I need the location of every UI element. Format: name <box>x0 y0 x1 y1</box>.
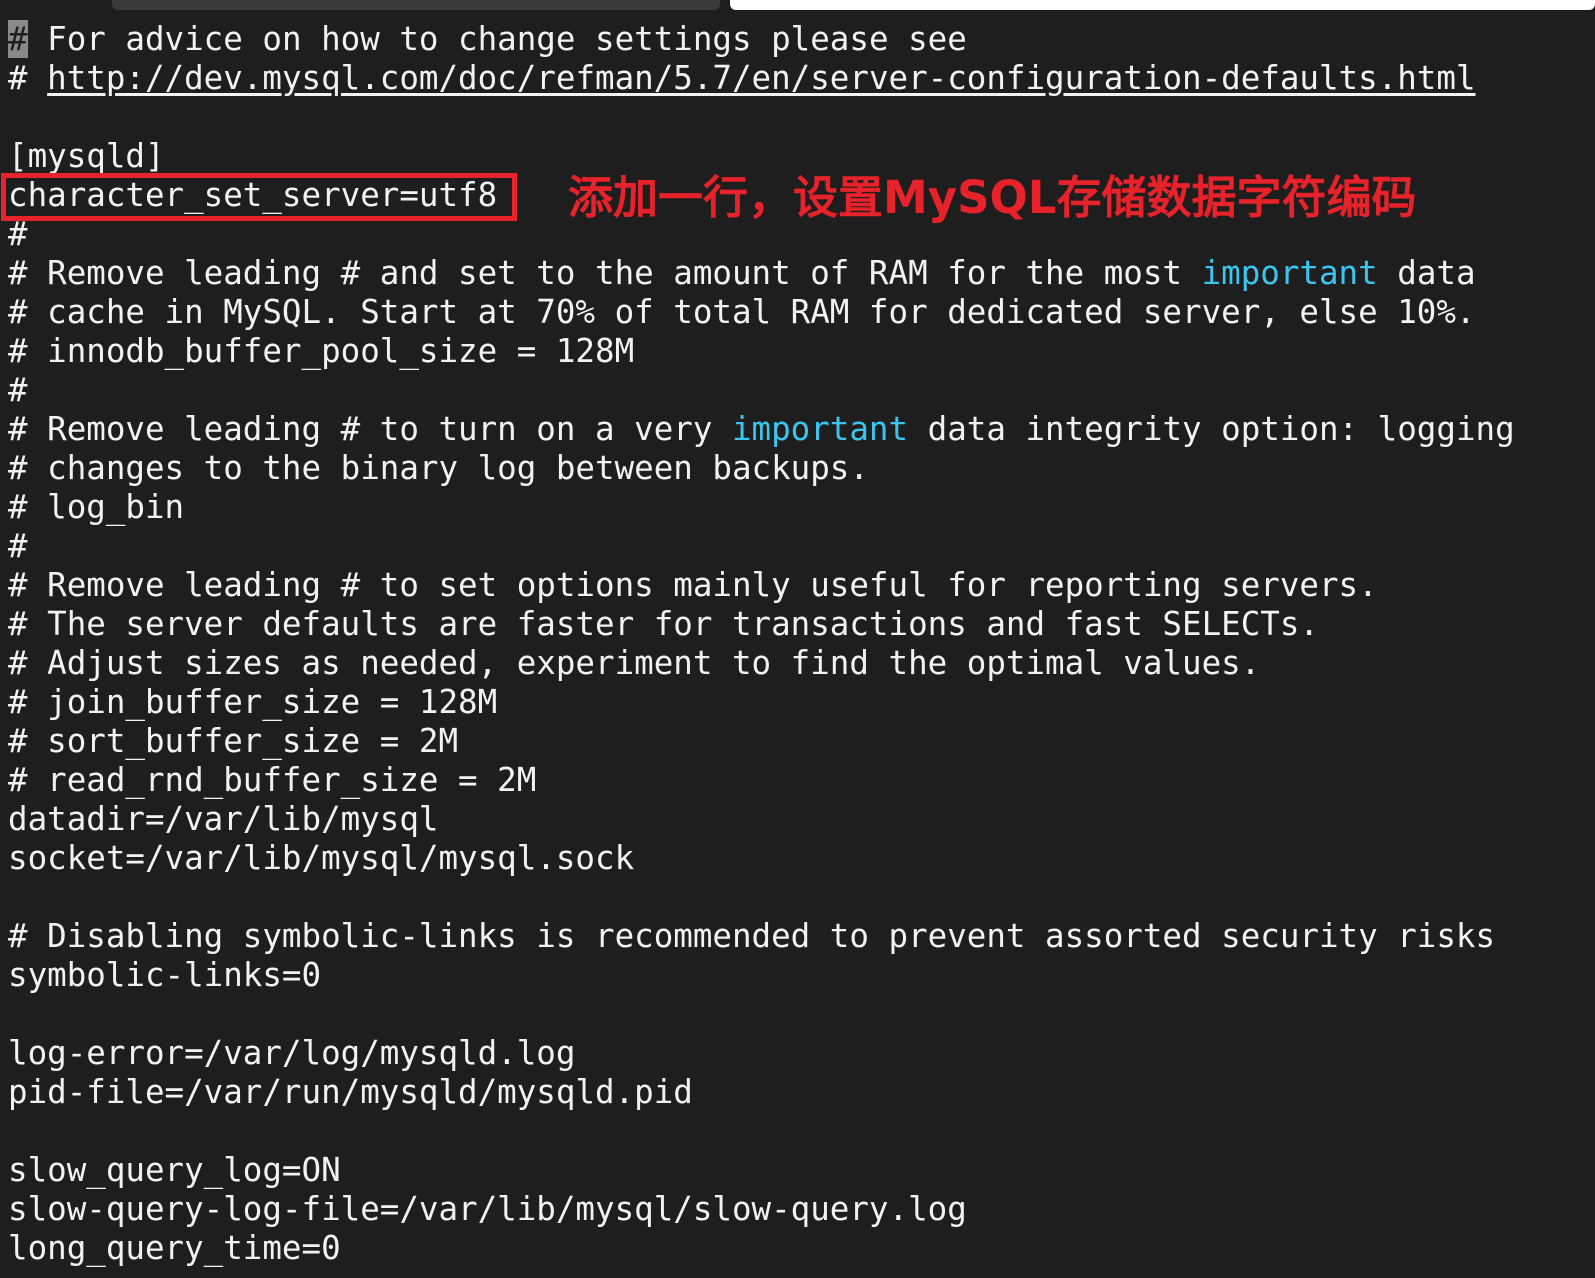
line-text: # log_bin <box>8 488 185 526</box>
line-text: # join_buffer_size = 128M <box>8 683 498 721</box>
line-text: socket=/var/lib/mysql/mysql.sock <box>8 839 635 877</box>
code-line: # <box>8 371 1588 410</box>
annotation-label: 添加一行，设置MySQL存储数据字符编码 <box>568 171 1417 224</box>
code-line: slow_query_log=ON <box>8 1151 1588 1190</box>
line-text: # Disabling symbolic-links is recommende… <box>8 917 1496 955</box>
terminal-tab-left[interactable] <box>112 0 720 10</box>
line-text: For advice on how to change settings ple… <box>27 20 967 58</box>
code-line: # <box>8 527 1588 566</box>
keyword-highlight: important <box>731 410 909 448</box>
line-text: data integrity option: logging <box>908 410 1515 448</box>
line-text: # Remove leading # to set options mainly… <box>8 566 1378 604</box>
keyword-highlight: important <box>1201 254 1378 292</box>
code-line: # Disabling symbolic-links is recommende… <box>8 917 1588 956</box>
terminal-tab-right[interactable] <box>730 0 1595 10</box>
line-text: # Remove leading # to turn on a very <box>8 410 732 448</box>
window-top-bar <box>0 0 1595 10</box>
line-text: # <box>8 59 48 97</box>
line-text: data <box>1377 254 1476 292</box>
code-line: # innodb_buffer_pool_size = 128M <box>8 332 1588 371</box>
code-line: symbolic-links=0 <box>8 956 1588 995</box>
line-text: # sort_buffer_size = 2M <box>8 722 459 760</box>
code-line: # Adjust sizes as needed, experiment to … <box>8 644 1588 683</box>
code-line: # changes to the binary log between back… <box>8 449 1588 488</box>
line-text: # Remove leading # and set to the amount… <box>8 254 1202 292</box>
code-line: # The server defaults are faster for tra… <box>8 605 1588 644</box>
code-line: # Remove leading # to set options mainly… <box>8 566 1588 605</box>
line-text: log-error=/var/log/mysqld.log <box>8 1034 576 1072</box>
code-line: long_query_time=0 <box>8 1229 1588 1268</box>
line-text: # read_rnd_buffer_size = 2M <box>8 761 537 799</box>
code-line: # http://dev.mysql.com/doc/refman/5.7/en… <box>8 59 1588 98</box>
code-line: pid-file=/var/run/mysqld/mysqld.pid <box>8 1073 1588 1112</box>
line-text: slow-query-log-file=/var/lib/mysql/slow-… <box>8 1190 967 1228</box>
line-text: # The server defaults are faster for tra… <box>8 605 1319 643</box>
highlight-box <box>1 173 517 221</box>
line-text: pid-file=/var/run/mysqld/mysqld.pid <box>8 1073 693 1111</box>
code-line: # join_buffer_size = 128M <box>8 683 1588 722</box>
line-text: slow_query_log=ON <box>8 1151 341 1189</box>
line-text: symbolic-links=0 <box>8 956 322 994</box>
doc-link[interactable]: http://dev.mysql.com/doc/refman/5.7/en/s… <box>47 59 1475 97</box>
line-text: datadir=/var/lib/mysql <box>8 800 439 838</box>
code-line: slow-query-log-file=/var/lib/mysql/slow-… <box>8 1190 1588 1229</box>
text-cursor: # <box>8 20 28 58</box>
code-line: # log_bin <box>8 488 1588 527</box>
line-text: long_query_time=0 <box>8 1229 341 1267</box>
line-text: # cache in MySQL. Start at 70% of total … <box>8 293 1476 331</box>
code-line: socket=/var/lib/mysql/mysql.sock <box>8 839 1588 878</box>
line-text: [mysqld] <box>8 137 165 175</box>
line-text: # <box>8 527 28 565</box>
code-line: # For advice on how to change settings p… <box>8 20 1588 59</box>
line-text: # changes to the binary log between back… <box>8 449 869 487</box>
line-text: # <box>8 371 28 409</box>
code-line: # Remove leading # and set to the amount… <box>8 254 1588 293</box>
line-text: # Adjust sizes as needed, experiment to … <box>8 644 1261 682</box>
code-line: # Remove leading # to turn on a very imp… <box>8 410 1588 449</box>
line-text: # innodb_buffer_pool_size = 128M <box>8 332 635 370</box>
code-line: # read_rnd_buffer_size = 2M <box>8 761 1588 800</box>
terminal-window: # For advice on how to change settings p… <box>0 0 1595 1278</box>
code-line: # sort_buffer_size = 2M <box>8 722 1588 761</box>
code-line: log-error=/var/log/mysqld.log <box>8 1034 1588 1073</box>
code-line: datadir=/var/lib/mysql <box>8 800 1588 839</box>
code-line: # cache in MySQL. Start at 70% of total … <box>8 293 1588 332</box>
